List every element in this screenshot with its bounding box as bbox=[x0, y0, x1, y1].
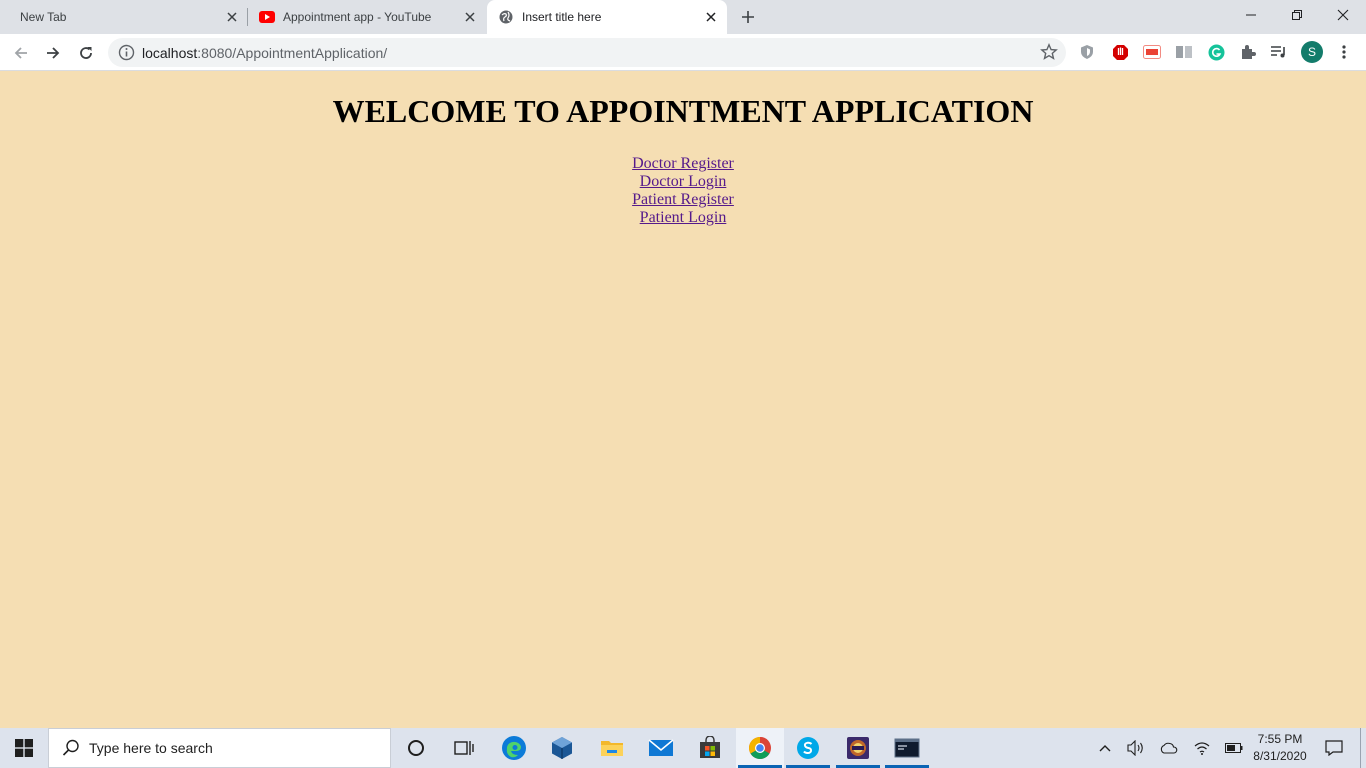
media-control-icon[interactable] bbox=[1270, 43, 1288, 61]
minimize-button[interactable] bbox=[1228, 0, 1274, 30]
info-icon bbox=[118, 44, 135, 61]
volume-icon[interactable] bbox=[1124, 728, 1148, 768]
youtube-icon bbox=[259, 11, 275, 23]
clock-time: 7:55 PM bbox=[1257, 732, 1303, 746]
page-content: WELCOME TO APPOINTMENT APPLICATION Docto… bbox=[0, 71, 1366, 728]
close-icon[interactable] bbox=[703, 9, 719, 25]
patient-login-link[interactable]: Patient Login bbox=[640, 209, 727, 227]
arrow-right-icon bbox=[47, 47, 60, 59]
profile-avatar[interactable]: S bbox=[1301, 41, 1323, 63]
wifi-icon[interactable] bbox=[1190, 728, 1214, 768]
tab-insert-title[interactable]: Insert title here bbox=[487, 0, 727, 34]
doctor-register-link[interactable]: Doctor Register bbox=[632, 155, 734, 173]
menu-kebab-icon[interactable] bbox=[1335, 43, 1353, 61]
reader-extension-icon[interactable] bbox=[1175, 43, 1193, 61]
forward-button[interactable] bbox=[40, 40, 66, 66]
shield-extension-icon[interactable] bbox=[1078, 43, 1096, 61]
show-desktop-divider[interactable] bbox=[1360, 728, 1361, 768]
store-icon[interactable] bbox=[686, 728, 734, 768]
close-icon[interactable] bbox=[224, 9, 240, 25]
close-icon bbox=[1337, 9, 1349, 21]
nav-links: Doctor Register Doctor Login Patient Reg… bbox=[0, 155, 1366, 227]
windows-logo-icon bbox=[15, 739, 33, 757]
browser-tabstrip: New Tab Appointment app - YouTube Insert… bbox=[0, 0, 1366, 34]
close-icon[interactable] bbox=[462, 9, 478, 25]
plus-icon bbox=[742, 11, 754, 23]
browser-toolbar: localhost:8080/AppointmentApplication/ S bbox=[0, 34, 1366, 71]
reload-icon bbox=[80, 47, 92, 59]
tab-new-tab[interactable]: New Tab bbox=[8, 0, 248, 34]
puzzle-extensions-icon[interactable] bbox=[1239, 43, 1257, 61]
ublock-extension-icon[interactable] bbox=[1111, 43, 1129, 61]
restore-icon bbox=[1292, 10, 1302, 20]
close-window-button[interactable] bbox=[1320, 0, 1366, 30]
cortana-icon[interactable] bbox=[392, 728, 440, 768]
url-text[interactable]: localhost:8080/AppointmentApplication/ bbox=[142, 45, 387, 61]
onedrive-cloud-icon[interactable] bbox=[1157, 728, 1181, 768]
clock-date: 8/31/2020 bbox=[1253, 749, 1307, 763]
battery-icon[interactable] bbox=[1222, 728, 1246, 768]
task-view-icon[interactable] bbox=[440, 728, 488, 768]
new-tab-button[interactable] bbox=[736, 5, 760, 29]
skype-icon[interactable] bbox=[784, 728, 832, 768]
tab-youtube[interactable]: Appointment app - YouTube bbox=[248, 0, 486, 34]
doctor-login-link[interactable]: Doctor Login bbox=[640, 173, 727, 191]
globe-icon bbox=[499, 10, 513, 24]
url-path: :8080/AppointmentApplication/ bbox=[197, 45, 388, 61]
tab-title: Insert title here bbox=[522, 10, 602, 24]
terminal-icon[interactable] bbox=[883, 728, 931, 768]
edge-icon[interactable] bbox=[490, 728, 538, 768]
mail-icon[interactable] bbox=[637, 728, 685, 768]
patient-register-link[interactable]: Patient Register bbox=[632, 191, 734, 209]
file-explorer-icon[interactable] bbox=[588, 728, 636, 768]
reload-button[interactable] bbox=[73, 40, 99, 66]
taskbar-search-box[interactable]: Type here to search bbox=[48, 728, 391, 768]
game-app-icon[interactable] bbox=[834, 728, 882, 768]
virtualbox-icon[interactable] bbox=[538, 728, 586, 768]
tab-title: Appointment app - YouTube bbox=[283, 10, 432, 24]
tray-expand-chevron-icon[interactable] bbox=[1094, 728, 1116, 768]
back-button[interactable] bbox=[8, 40, 34, 66]
chrome-icon[interactable] bbox=[736, 728, 784, 768]
grammarly-icon[interactable] bbox=[1207, 43, 1225, 61]
arrow-left-icon bbox=[14, 47, 27, 59]
minimize-icon bbox=[1246, 14, 1256, 16]
bookmark-star-icon[interactable] bbox=[1040, 43, 1058, 61]
address-bar[interactable]: localhost:8080/AppointmentApplication/ bbox=[108, 38, 1066, 67]
taskbar-clock[interactable]: 7:55 PM 8/31/2020 bbox=[1244, 731, 1316, 765]
pdf-extension-icon[interactable] bbox=[1143, 43, 1161, 61]
notification-center-icon[interactable] bbox=[1320, 728, 1348, 768]
start-button[interactable] bbox=[0, 728, 48, 768]
search-icon bbox=[62, 739, 79, 756]
search-placeholder: Type here to search bbox=[89, 740, 213, 756]
restore-button[interactable] bbox=[1274, 0, 1320, 30]
windows-taskbar: Type here to search 7:55 PM 8/31/2020 bbox=[0, 728, 1366, 768]
page-heading: WELCOME TO APPOINTMENT APPLICATION bbox=[332, 93, 1034, 129]
tab-title: New Tab bbox=[20, 10, 67, 24]
url-host: localhost bbox=[142, 45, 198, 61]
